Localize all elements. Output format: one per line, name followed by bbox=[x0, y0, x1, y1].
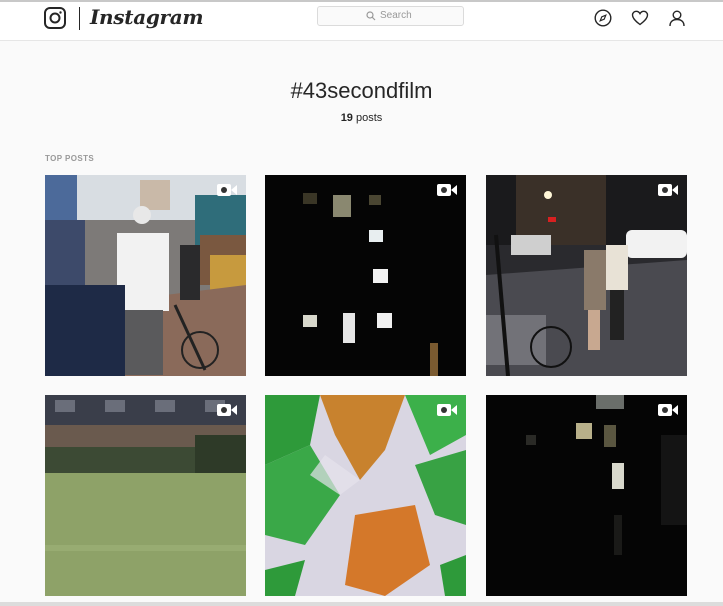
instagram-wordmark[interactable]: Instagram bbox=[90, 5, 204, 29]
search-icon bbox=[366, 11, 376, 21]
search-placeholder: Search bbox=[380, 10, 412, 21]
crumpled-colored-paper-image bbox=[265, 395, 466, 596]
video-camera-icon bbox=[658, 184, 678, 196]
top-posts-label: TOP POSTS bbox=[45, 154, 95, 163]
post-count-suffix: posts bbox=[356, 112, 383, 124]
heart-activity-icon[interactable] bbox=[631, 9, 649, 27]
window-bottom-border bbox=[0, 602, 723, 606]
post-count-number: 19 bbox=[340, 112, 353, 124]
video-camera-icon bbox=[217, 184, 237, 196]
top-navigation-bar: Instagram Search bbox=[0, 2, 723, 41]
green-canal-image bbox=[45, 395, 246, 596]
post-thumbnail[interactable] bbox=[45, 395, 246, 596]
video-camera-icon bbox=[217, 404, 237, 416]
post-thumbnail[interactable] bbox=[265, 175, 466, 376]
dark-alley-building-image bbox=[486, 395, 687, 596]
post-thumbnail[interactable] bbox=[486, 395, 687, 596]
post-thumbnail[interactable] bbox=[486, 175, 687, 376]
logo-divider bbox=[79, 7, 80, 30]
video-camera-icon bbox=[658, 404, 678, 416]
instagram-camera-icon[interactable] bbox=[44, 7, 66, 29]
night-street-couple-image bbox=[486, 175, 687, 376]
profile-user-icon[interactable] bbox=[668, 9, 686, 27]
search-input[interactable]: Search bbox=[317, 6, 464, 26]
dark-building-windows-image bbox=[265, 175, 466, 376]
video-camera-icon bbox=[437, 184, 457, 196]
post-count: 19 posts bbox=[0, 112, 723, 124]
post-thumbnail[interactable] bbox=[45, 175, 246, 376]
video-camera-icon bbox=[437, 404, 457, 416]
street-market-image bbox=[45, 175, 246, 376]
post-thumbnail[interactable] bbox=[265, 395, 466, 596]
compass-explore-icon[interactable] bbox=[594, 9, 612, 27]
hashtag-title: #43secondfilm bbox=[290, 78, 433, 103]
